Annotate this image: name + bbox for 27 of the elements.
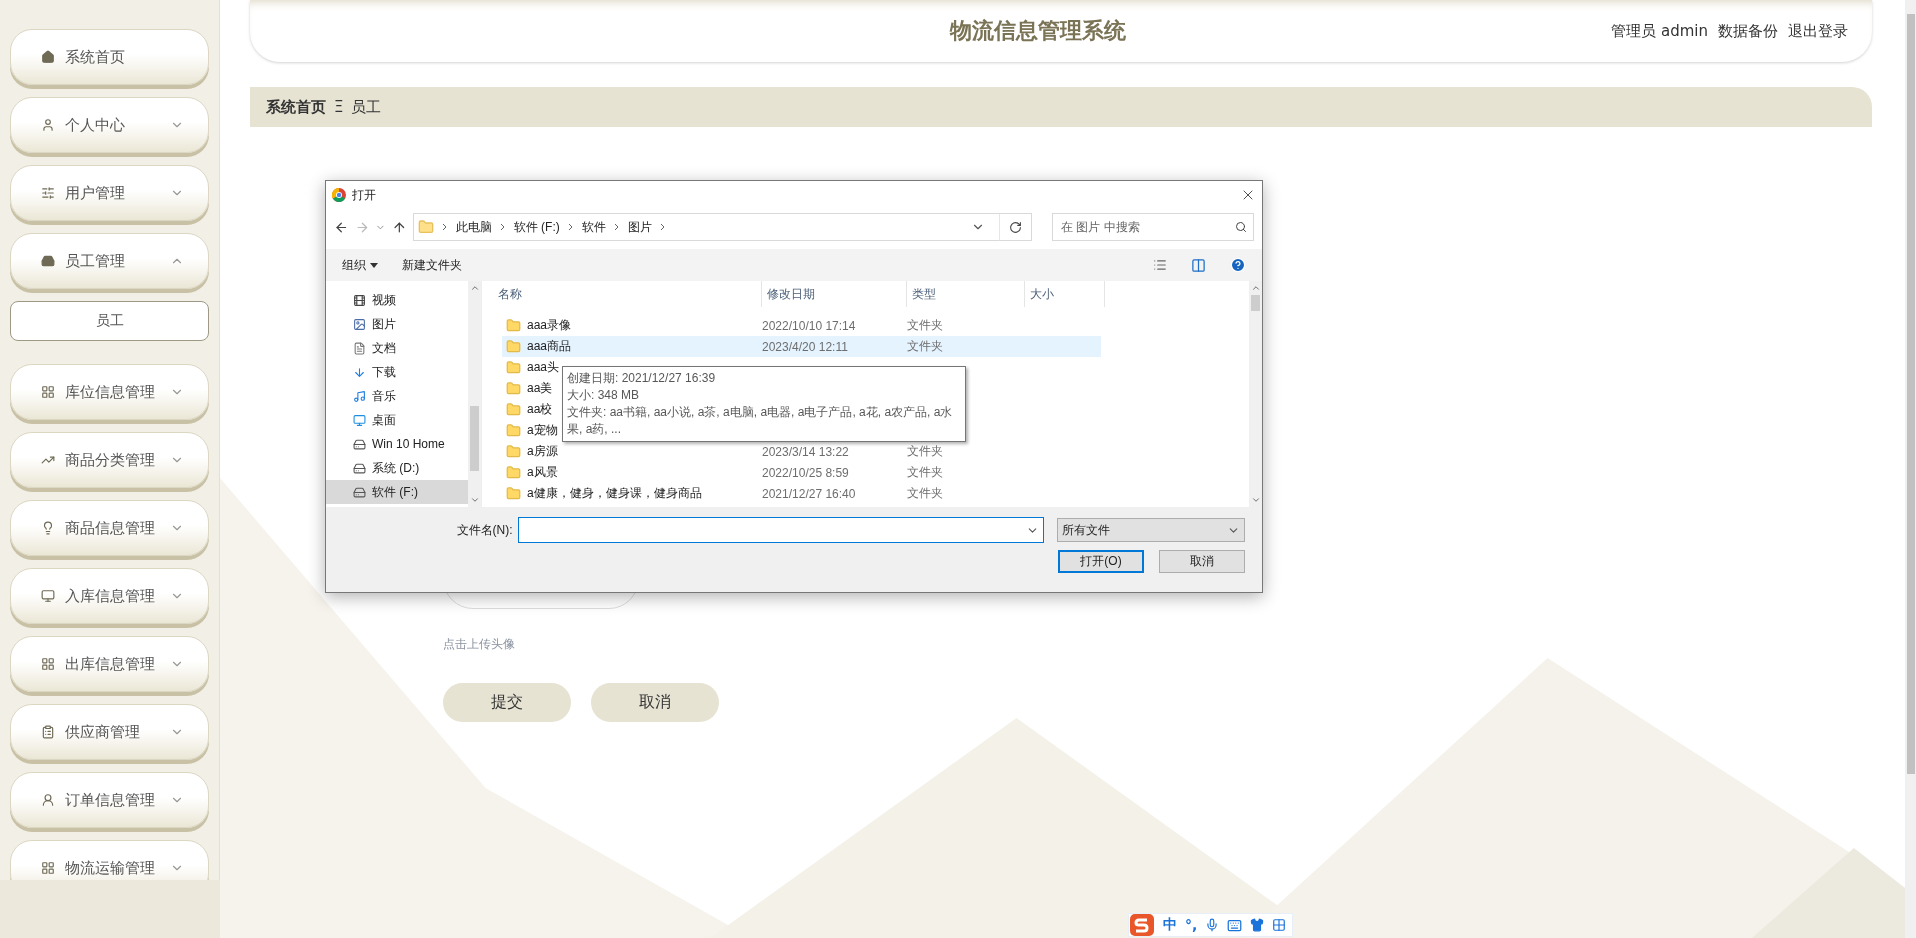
file-name: a风景: [527, 464, 558, 481]
upload-hint: 点击上传头像: [443, 636, 516, 653]
dialog-title: 打开: [352, 186, 377, 204]
modified-date: 2022/10/25 8:59: [762, 465, 850, 480]
file-name: aaa头: [527, 359, 560, 376]
filename-label: 文件名(N):: [455, 521, 513, 539]
file-name: aaa录像: [527, 317, 572, 334]
file-type: 文件夹: [907, 317, 944, 334]
site-title: 物流信息管理系统: [948, 17, 1127, 45]
breadcrumb-separator: Ξ: [334, 98, 344, 116]
modified-date: 2021/12/27 16:40: [762, 486, 857, 501]
tooltip-line: 大小: 348 MB: [567, 387, 641, 404]
file-type: 文件夹: [907, 443, 944, 460]
file-type: 文件夹: [907, 464, 944, 481]
tooltip-line: 文件夹: aa书籍, aa小说, a茶, a电脑, a电器, a电子产品, a花, a农产品, a水果, a药, ...: [567, 404, 954, 438]
file-name: a房源: [527, 443, 558, 460]
modified-date: 2022/10/10 17:14: [762, 318, 857, 333]
file-type: 文件夹: [907, 338, 944, 355]
file-name: aa校: [527, 401, 553, 418]
file-name: a宠物: [527, 422, 558, 439]
file-type: 文件夹: [907, 485, 944, 502]
tooltip-line: 创建日期: 2021/12/27 16:39: [567, 370, 717, 387]
file-name: aa美: [527, 380, 553, 397]
modified-date: 2023/3/14 13:22: [762, 444, 850, 459]
file-name: aaa商品: [527, 338, 572, 355]
modified-date: 2023/4/20 12:11: [762, 339, 849, 354]
file-name: a健康，健身，健身课，健身商品: [527, 485, 702, 502]
